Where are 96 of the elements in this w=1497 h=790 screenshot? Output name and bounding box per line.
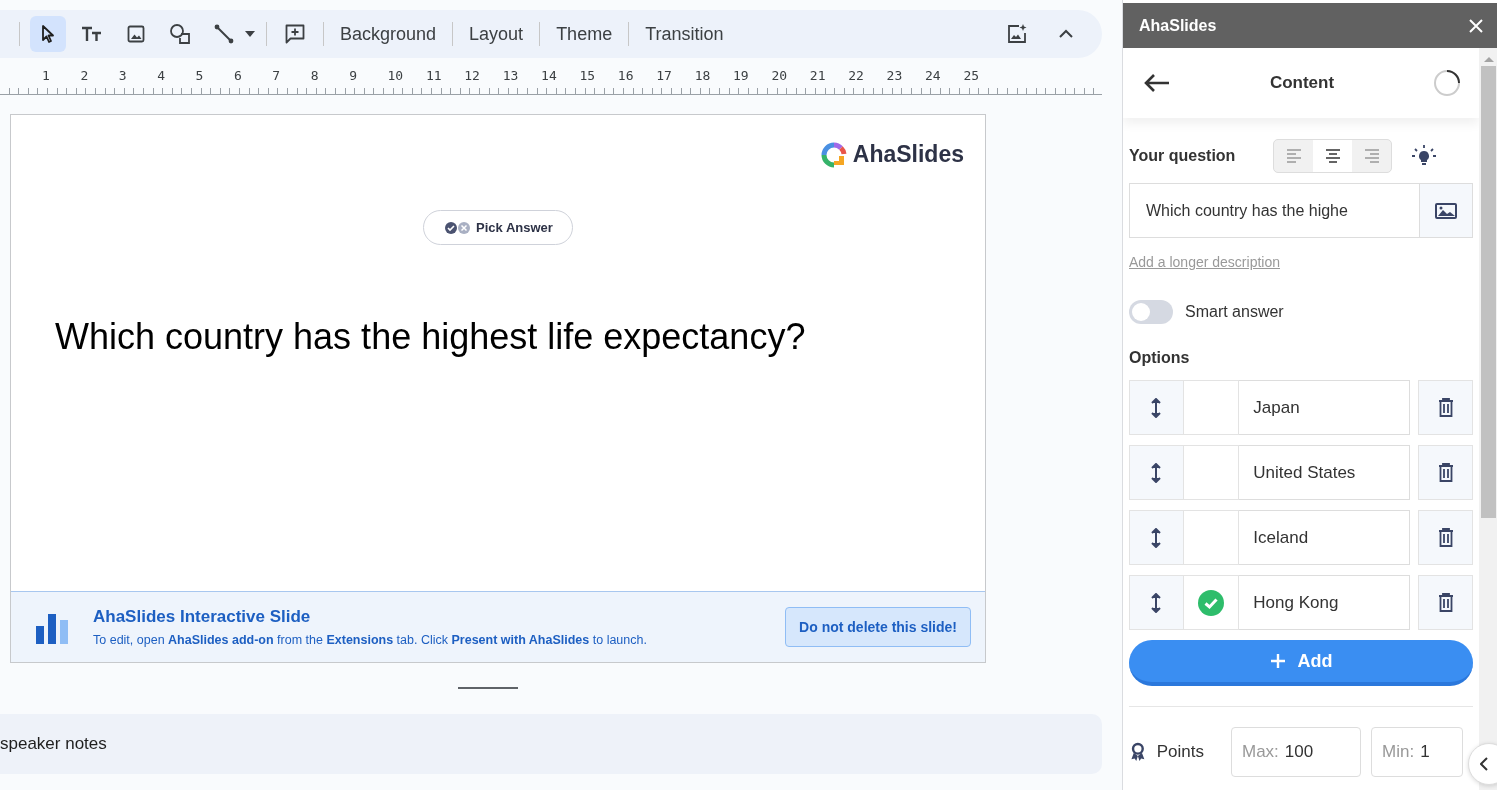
ruler-number: 11	[425, 68, 443, 83]
pointer-tool-button[interactable]	[30, 16, 66, 52]
option-field[interactable]: Hong Kong	[1239, 575, 1411, 630]
image-sparkle-icon[interactable]	[1006, 23, 1028, 45]
speaker-notes-field[interactable]: speaker notes	[0, 734, 400, 754]
badge-label: Pick Answer	[476, 220, 553, 235]
loading-spinner-icon	[1433, 69, 1461, 97]
scrollbar[interactable]	[1479, 48, 1497, 790]
ruler-number: 6	[233, 68, 243, 83]
vertical-arrows-icon	[1151, 462, 1162, 483]
plus-icon	[1269, 653, 1286, 669]
min-points-field[interactable]: Min: 1	[1371, 727, 1463, 777]
chevron-left-icon	[1480, 757, 1488, 771]
trash-icon	[1437, 398, 1454, 417]
vertical-arrows-icon	[1151, 592, 1162, 613]
ruler-number: 9	[349, 68, 358, 83]
drag-handle[interactable]	[1129, 510, 1184, 565]
lightbulb-icon[interactable]	[1410, 144, 1438, 168]
ruler-number: 23	[886, 68, 904, 83]
trash-icon	[1437, 593, 1454, 612]
menu-button[interactable]: Theme	[550, 23, 619, 45]
correct-answer-toggle[interactable]	[1183, 510, 1240, 565]
question-label: Your question	[1129, 147, 1237, 165]
ruler-number: 21	[809, 68, 827, 83]
ruler-number: 24	[925, 68, 942, 83]
delete-option-button[interactable]	[1418, 445, 1473, 500]
ruler-number: 2	[80, 68, 90, 83]
ruler-number: 15	[579, 68, 597, 83]
banner-title: AhaSlides Interactive Slide	[93, 607, 312, 627]
drag-handle[interactable]	[1129, 380, 1184, 435]
check-cross-icon	[444, 220, 473, 235]
align-center-icon	[1324, 149, 1341, 163]
ruler-number: 7	[272, 68, 282, 83]
ruler-number: 3	[118, 68, 128, 83]
ruler-number: 8	[310, 68, 320, 83]
ruler-number: 1	[42, 68, 51, 83]
drag-handle[interactable]	[1129, 575, 1184, 630]
options-label: Options	[1129, 349, 1191, 367]
ruler-number: 17	[656, 68, 673, 83]
correct-answer-toggle[interactable]	[1183, 575, 1240, 630]
ruler-number: 22	[848, 68, 865, 83]
award-icon	[1129, 740, 1147, 764]
option-field[interactable]: United States	[1239, 445, 1411, 500]
logo-icon	[820, 141, 847, 168]
align-center-button[interactable]	[1313, 140, 1352, 172]
option-field[interactable]: Iceland	[1239, 510, 1411, 565]
delete-option-button[interactable]	[1418, 575, 1473, 630]
max-points-field[interactable]: Max: 100	[1231, 727, 1361, 777]
points-label: Points	[1156, 742, 1204, 762]
banner-description: To edit, open AhaSlides add-on from the Extensions tab. Click Present with AhaSlides to launch.	[93, 633, 647, 647]
back-arrow-icon[interactable]	[1143, 73, 1171, 93]
logo-text: AhaSlides	[852, 141, 964, 168]
correct-answer-toggle[interactable]	[1183, 445, 1240, 500]
option-field[interactable]: Japan	[1239, 380, 1411, 435]
ruler-number: 25	[963, 68, 981, 83]
ruler-number: 4	[157, 68, 166, 83]
ruler-number: 12	[464, 68, 481, 83]
image-icon	[126, 24, 146, 44]
delete-option-button[interactable]	[1418, 510, 1473, 565]
ruler-number: 16	[617, 68, 635, 83]
warning-button[interactable]: Do not delete this slide!	[785, 607, 971, 647]
question-field[interactable]: Which country has the highe	[1129, 183, 1420, 238]
menu-button[interactable]: Background	[334, 23, 443, 45]
align-right-icon	[1363, 149, 1380, 163]
text-icon	[81, 25, 103, 43]
ruler-number: 13	[502, 68, 520, 83]
line-icon	[213, 23, 235, 45]
add-image-button[interactable]	[1420, 183, 1473, 238]
ruler-number: 19	[733, 68, 750, 83]
close-icon[interactable]	[1468, 17, 1484, 34]
check-circle-icon	[1197, 589, 1224, 616]
drag-handle[interactable]	[1129, 445, 1184, 500]
chevron-up-icon[interactable]	[1058, 29, 1074, 39]
menu-button[interactable]: Transition	[639, 23, 730, 45]
trash-icon	[1437, 528, 1454, 547]
vertical-arrows-icon	[1151, 397, 1162, 418]
ruler-number: 5	[195, 68, 205, 83]
ruler-number: 14	[541, 68, 558, 83]
align-left-icon	[1285, 149, 1302, 163]
delete-option-button[interactable]	[1418, 380, 1473, 435]
menu-button[interactable]: Layout	[463, 23, 530, 45]
ruler-number: 20	[771, 68, 789, 83]
shapes-icon	[169, 23, 191, 45]
smart-answer-toggle[interactable]	[1129, 300, 1173, 324]
image-icon	[1435, 202, 1457, 219]
smart-answer-label: Smart answer	[1185, 303, 1284, 321]
panel-title: AhaSlides	[1139, 16, 1217, 35]
trash-icon	[1437, 463, 1454, 482]
add-comment-icon	[284, 23, 306, 45]
slide-question: Which country has the highest life expectancy?	[55, 316, 807, 358]
ruler-number: 10	[387, 68, 405, 83]
correct-answer-toggle[interactable]	[1183, 380, 1240, 435]
ruler-number: 18	[694, 68, 712, 83]
vertical-arrows-icon	[1151, 527, 1162, 548]
section-title: Content	[1269, 73, 1335, 93]
dropdown-caret-icon[interactable]	[244, 30, 256, 38]
